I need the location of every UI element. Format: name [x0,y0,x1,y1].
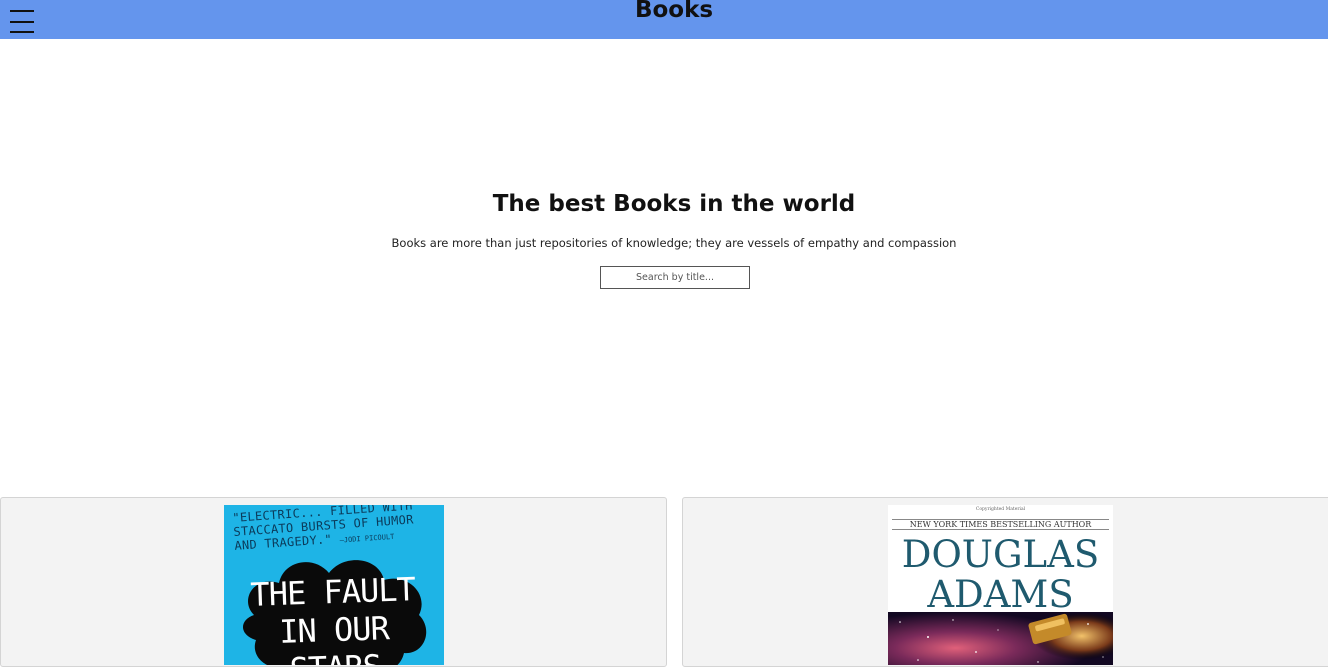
cover-copyright: Copyrighted Material [975,507,1026,512]
hero-title: The best Books in the world [492,191,856,217]
cover-author: DOUGLAS ADAMS [901,533,1100,616]
header-title: Books [634,0,714,23]
book-cover-image[interactable]: Copyrighted Material NEW YORK TIMES BEST… [888,505,1113,665]
space-nebula-art [888,612,1113,665]
cover-blurb-attribution: —JODI PICOULT [339,532,395,545]
cover-tagline-wrap: NEW YORK TIMES BESTSELLING AUTHOR [888,519,1113,530]
search-input[interactable] [600,266,750,289]
top-app-bar: Books [0,0,1328,39]
book-card[interactable]: Copyrighted Material NEW YORK TIMES BEST… [682,497,1328,667]
book-cover-image[interactable]: "ELECTRIC... FILLED WITH STACCATO BURSTS… [224,505,444,665]
cover-tagline: NEW YORK TIMES BESTSELLING AUTHOR [906,520,1095,529]
menu-line-bottom [10,31,34,33]
book-card[interactable]: "ELECTRIC... FILLED WITH STACCATO BURSTS… [0,497,667,667]
hero-subtitle: Books are more than just repositories of… [391,236,957,250]
